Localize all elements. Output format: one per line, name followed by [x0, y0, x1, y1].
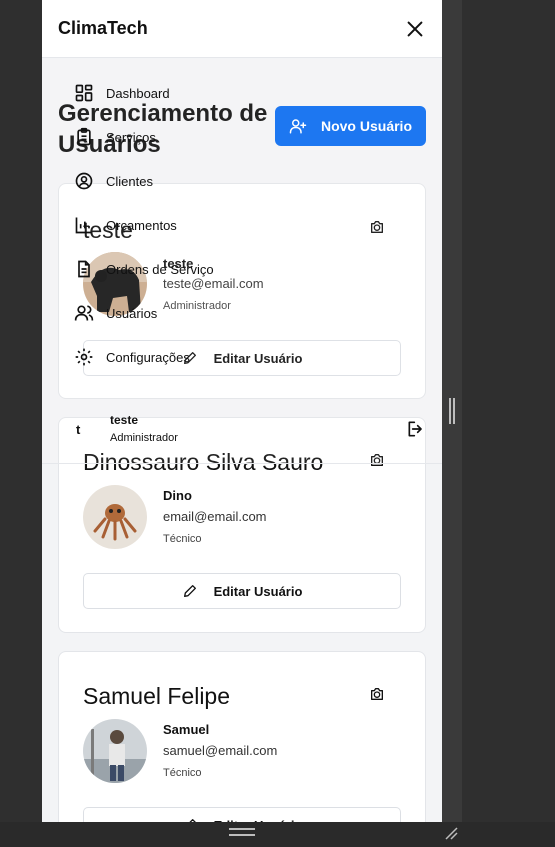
- app-frame: Gerenciamento de Usuários Novo Usuário t…: [42, 0, 442, 822]
- resize-corner-icon[interactable]: [444, 826, 458, 840]
- user-card-nick: Dino: [163, 488, 192, 503]
- sidebar-item-dashboard[interactable]: Dashboard: [74, 81, 170, 105]
- user-card-email: samuel@email.com: [163, 743, 278, 758]
- app-brand: ClimaTech: [58, 18, 148, 38]
- sidebar-item-ordens[interactable]: Ordens de Serviço: [74, 257, 214, 281]
- user-card-role: Técnico: [163, 533, 202, 545]
- sidebar-item-servicos[interactable]: Serviços: [74, 125, 156, 149]
- user-card-role: Técnico: [163, 767, 202, 779]
- bar-chart-icon: [75, 217, 92, 234]
- avatar: [83, 485, 147, 549]
- users-icon: [74, 305, 94, 321]
- user-initial: t: [76, 422, 81, 437]
- window-bottom-bar: [0, 822, 555, 847]
- sidebar-user-panel: t teste Administrador: [42, 409, 442, 464]
- sidebar-menu: Dashboard Serviços Clientes Orçamentos O…: [42, 59, 442, 464]
- sidebar-item-label: Configurações: [106, 349, 190, 365]
- user-card-email: email@email.com: [163, 509, 267, 524]
- user-circle-icon: [75, 172, 93, 190]
- edit-user-button[interactable]: Editar Usuário: [83, 573, 401, 609]
- sidebar-item-usuarios[interactable]: Usuários: [74, 301, 157, 325]
- sidebar-user-role: Administrador: [110, 432, 178, 444]
- close-icon[interactable]: [404, 18, 426, 40]
- horizontal-resize-handle[interactable]: [229, 828, 255, 836]
- sidebar-item-label: Clientes: [106, 173, 153, 189]
- pencil-icon: [183, 585, 196, 597]
- logout-icon[interactable]: [406, 419, 426, 439]
- avatar: [83, 719, 147, 783]
- sidebar-item-label: Orçamentos: [106, 217, 177, 233]
- dashboard-icon: [75, 84, 93, 102]
- edit-user-button[interactable]: Editar Usuário: [83, 807, 401, 822]
- user-card-nick: Samuel: [163, 722, 210, 737]
- camera-icon[interactable]: [369, 686, 385, 702]
- clipboard-icon: [77, 127, 91, 146]
- document-icon: [78, 260, 90, 278]
- edit-user-label: Editar Usuário: [213, 583, 303, 599]
- user-card: Samuel Felipe Samuel samuel@email.com Té…: [58, 651, 426, 822]
- sidebar-item-label: Ordens de Serviço: [106, 261, 214, 277]
- gear-icon: [75, 348, 93, 366]
- app-header: ClimaTech: [42, 0, 442, 58]
- sidebar-user-name: teste: [110, 413, 139, 427]
- vertical-resize-handle[interactable]: [449, 398, 455, 424]
- sidebar-item-label: Serviços: [106, 129, 156, 145]
- sidebar-item-clientes[interactable]: Clientes: [74, 169, 153, 193]
- sidebar-item-orcamentos[interactable]: Orçamentos: [74, 213, 177, 237]
- sidebar-item-label: Usuários: [106, 305, 158, 321]
- sidebar-item-label: Dashboard: [106, 85, 170, 101]
- user-card-name: Samuel Felipe: [83, 683, 231, 709]
- sidebar-item-configuracoes[interactable]: Configurações: [74, 345, 190, 369]
